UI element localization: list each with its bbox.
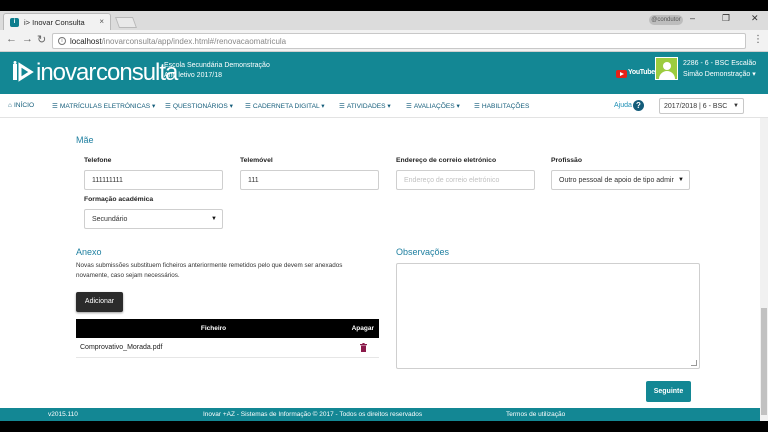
footer-version: v2015.110 (48, 411, 78, 418)
terms-link[interactable]: Termos de utilização (506, 411, 565, 418)
logo-mark-icon (13, 61, 34, 82)
tab-strip: i i> Inovar Consulta × @condutor – ❐ ✕ (0, 11, 768, 30)
school-name: Escola Secundária Demonstração (164, 62, 270, 69)
favicon-icon: i (10, 18, 19, 27)
maximize-icon[interactable]: ❐ (722, 13, 730, 24)
list-icon: ☰ (245, 103, 251, 110)
url-input[interactable]: i localhost/inovarconsulta/app/index.htm… (52, 33, 746, 49)
observations-section-title: Observações (396, 247, 450, 257)
phone-input[interactable]: 111111111 (84, 170, 223, 190)
browser-menu-icon[interactable]: ⋮ (753, 34, 763, 45)
browser-window: i i> Inovar Consulta × @condutor – ❐ ✕ ←… (0, 11, 768, 421)
column-file: Ficheiro (200, 325, 227, 332)
mobile-label: Telemóvel (240, 157, 273, 164)
browser-user-pill[interactable]: @condutor (649, 15, 683, 25)
scrollbar-thumb[interactable] (761, 308, 767, 415)
user-info[interactable]: 2286 - 6 - BSC Escalão Simão Demonstraçã… (683, 58, 756, 80)
resize-handle-icon[interactable] (691, 360, 697, 366)
list-icon: ☰ (406, 103, 412, 110)
mobile-input[interactable]: 111 (240, 170, 379, 190)
url-path: /inovarconsulta/app/index.html#/renovaca… (101, 37, 287, 46)
youtube-link[interactable]: YouTube (616, 69, 655, 79)
avatar[interactable] (655, 57, 678, 80)
next-button[interactable]: Seguinte (646, 381, 691, 402)
menu-item-questionarios[interactable]: ☰ QUESTIONÁRIOS ▾ (165, 102, 233, 110)
close-window-icon[interactable]: ✕ (751, 13, 759, 24)
profession-label: Profissão (551, 157, 582, 164)
help-icon: ? (633, 100, 644, 111)
info-icon[interactable]: i (58, 37, 66, 45)
app-header: inovar consulta Escola Secundária Demons… (0, 52, 768, 94)
menu-item-caderneta[interactable]: ☰ CADERNETA DIGITAL ▾ (245, 102, 325, 110)
list-icon: ☰ (165, 103, 171, 110)
menu-item-inicio[interactable]: ⌂ INÍCIO (8, 102, 34, 109)
youtube-play-icon (616, 70, 627, 78)
menu-item-label: QUESTIONÁRIOS ▾ (172, 103, 233, 110)
list-icon: ☰ (474, 103, 480, 110)
back-icon[interactable]: ← (6, 33, 17, 45)
mother-section-title: Mãe (76, 135, 94, 145)
avatar-body (659, 71, 675, 79)
year-select[interactable]: 2017/2018 | 6 - BSC ▼ (659, 98, 744, 114)
menu-item-label: CADERNETA DIGITAL ▾ (252, 103, 325, 110)
file-name[interactable]: Comprovativo_Morada.pdf (80, 344, 163, 351)
menu-item-label: ATIVIDADES ▾ (346, 103, 391, 110)
menu-item-atividades[interactable]: ☰ ATIVIDADES ▾ (339, 102, 391, 110)
new-tab-button[interactable] (114, 17, 138, 28)
phone-label: Telefone (84, 157, 112, 164)
trash-icon[interactable] (360, 343, 367, 352)
chevron-down-icon: ▼ (678, 177, 684, 183)
tab-close-icon[interactable]: × (99, 17, 104, 26)
school-year: Ano letivo 2017/18 (164, 72, 222, 79)
add-file-button[interactable]: Adicionar (76, 292, 123, 312)
education-label: Formação académica (84, 196, 154, 203)
file-table-header: Ficheiro Apagar (76, 319, 379, 338)
profession-value: Outro pessoal de apoio de tipo admir (559, 177, 674, 184)
file-table: Ficheiro Apagar Comprovativo_Morada.pdf (76, 319, 379, 358)
avatar-head (663, 62, 671, 70)
address-bar: ← → ↻ i localhost/inovarconsulta/app/ind… (0, 30, 768, 52)
column-delete: Apagar (351, 325, 374, 332)
main-content: Mãe Telefone 111111111 Telemóvel 111 End… (0, 118, 760, 421)
footer-copyright: Inovar +AZ - Sistemas de Informação © 20… (203, 411, 423, 418)
minimize-icon[interactable]: – (690, 13, 695, 23)
page-scrollbar[interactable] (760, 118, 768, 421)
menu-item-label: HABILITAÇÕES (481, 103, 530, 110)
list-icon: ☰ (52, 103, 58, 110)
user-line-1: 2286 - 6 - BSC Escalão (683, 60, 757, 67)
email-input[interactable]: Endereço de correio eletrónico (396, 170, 535, 190)
logo-word-inovar: inovar (36, 59, 96, 86)
menu-item-label: MATRÍCULAS ELETRÓNICAS ▾ (59, 103, 156, 110)
attachment-section-title: Anexo (76, 247, 102, 257)
youtube-label: YouTube (628, 69, 655, 76)
main-menu: ⌂ INÍCIO ☰ MATRÍCULAS ELETRÓNICAS ▾ ☰ QUEST… (0, 94, 768, 118)
table-row: Comprovativo_Morada.pdf (76, 338, 379, 358)
url-host: localhost (70, 37, 102, 46)
home-icon: ⌂ (8, 102, 12, 109)
reload-icon[interactable]: ↻ (37, 33, 46, 46)
education-select[interactable]: Secundário ▼ (84, 209, 223, 229)
chevron-down-icon: ▼ (733, 103, 739, 109)
email-label: Endereço de correio eletrónico (396, 157, 497, 164)
list-icon: ☰ (339, 103, 345, 110)
menu-item-habilitacoes[interactable]: ☰ HABILITAÇÕES (474, 102, 529, 110)
profession-select[interactable]: Outro pessoal de apoio de tipo admir ▼ (551, 170, 690, 190)
help-link[interactable]: Ajuda? (614, 100, 644, 111)
browser-tab[interactable]: i i> Inovar Consulta × (3, 13, 111, 30)
forward-icon[interactable]: → (22, 33, 33, 45)
menu-item-label: INÍCIO (13, 102, 35, 109)
help-label: Ajuda (614, 102, 632, 109)
footer: v2015.110 Inovar +AZ - Sistemas de Infor… (0, 408, 760, 421)
menu-item-label: AVALIAÇÕES ▾ (413, 103, 460, 110)
observations-textarea[interactable] (396, 263, 700, 369)
education-value: Secundário (92, 216, 128, 223)
menu-item-avaliacoes[interactable]: ☰ AVALIAÇÕES ▾ (406, 102, 460, 110)
user-line-2: Simão Demonstração ▾ (683, 71, 756, 78)
year-select-value: 2017/2018 | 6 - BSC (664, 103, 728, 110)
school-info: Escola Secundária Demonstração Ano letiv… (164, 61, 270, 81)
tab-title: i> Inovar Consulta (24, 18, 85, 27)
attachment-notice: Novas submissões substituem ficheiros an… (76, 262, 343, 279)
chevron-down-icon: ▼ (211, 216, 217, 222)
menu-item-matriculas[interactable]: ☰ MATRÍCULAS ELETRÓNICAS ▾ (52, 102, 155, 110)
